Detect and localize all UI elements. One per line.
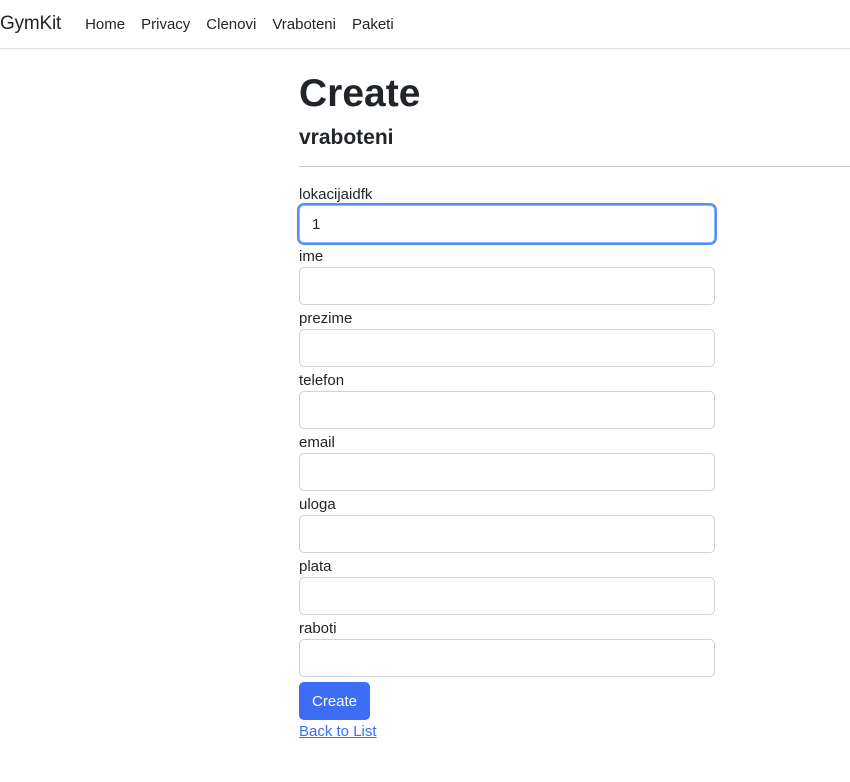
field-ime: ime: [299, 248, 715, 305]
page-title: Create: [299, 72, 421, 115]
nav-link-privacy[interactable]: Privacy: [141, 16, 190, 33]
label-email: email: [299, 434, 335, 451]
label-uloga: uloga: [299, 496, 336, 513]
navbar-brand[interactable]: GymKit: [0, 13, 61, 35]
create-form: lokacijaidfk ime prezime telefon email u…: [299, 186, 715, 740]
field-prezime: prezime: [299, 310, 715, 367]
main-content: Create vraboteni lokacijaidfk ime prezim…: [299, 66, 850, 740]
input-lokacijaidfk[interactable]: [299, 205, 715, 243]
label-raboti: raboti: [299, 620, 337, 637]
label-plata: plata: [299, 558, 332, 575]
nav-link-vraboteni[interactable]: Vraboteni: [272, 16, 336, 33]
field-telefon: telefon: [299, 372, 715, 429]
divider: [299, 166, 850, 167]
nav-link-home[interactable]: Home: [85, 16, 125, 33]
nav-link-paketi[interactable]: Paketi: [352, 16, 394, 33]
field-plata: plata: [299, 558, 715, 615]
input-plata[interactable]: [299, 577, 715, 615]
input-ime[interactable]: [299, 267, 715, 305]
field-uloga: uloga: [299, 496, 715, 553]
field-lokacijaidfk: lokacijaidfk: [299, 186, 715, 243]
back-to-list-link[interactable]: Back to List: [299, 723, 715, 740]
label-prezime: prezime: [299, 310, 353, 327]
input-raboti[interactable]: [299, 639, 715, 677]
field-email: email: [299, 434, 715, 491]
label-telefon: telefon: [299, 372, 345, 389]
page-subtitle: vraboteni: [299, 126, 394, 149]
input-prezime[interactable]: [299, 329, 715, 367]
navbar: GymKit Home Privacy Clenovi Vraboteni Pa…: [0, 0, 850, 49]
create-button[interactable]: Create: [299, 682, 371, 720]
label-ime: ime: [299, 248, 324, 265]
input-telefon[interactable]: [299, 391, 715, 429]
input-email[interactable]: [299, 453, 715, 491]
field-raboti: raboti: [299, 620, 715, 677]
label-lokacijaidfk: lokacijaidfk: [299, 186, 373, 203]
nav-link-clenovi[interactable]: Clenovi: [206, 16, 256, 33]
input-uloga[interactable]: [299, 515, 715, 553]
